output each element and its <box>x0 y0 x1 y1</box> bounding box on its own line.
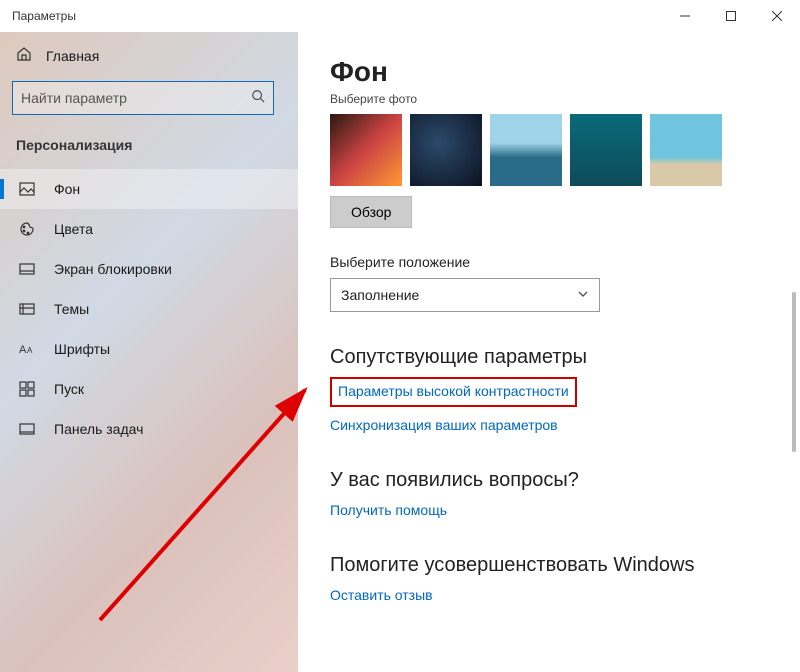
questions-heading: У вас появились вопросы? <box>330 469 768 492</box>
thumb-2[interactable] <box>410 114 482 186</box>
highlight-box: Параметры высокой контрастности <box>330 377 577 407</box>
themes-icon <box>18 301 36 317</box>
thumb-5[interactable] <box>650 114 722 186</box>
search-box[interactable] <box>12 81 274 115</box>
fit-select[interactable]: Заполнение <box>330 278 600 312</box>
sidebar-item-background[interactable]: Фон <box>0 169 298 209</box>
palette-icon <box>18 221 36 237</box>
nav-label: Фон <box>54 181 80 197</box>
link-feedback[interactable]: Оставить отзыв <box>330 587 433 603</box>
sidebar-home[interactable]: Главная <box>0 38 298 73</box>
link-high-contrast[interactable]: Параметры высокой контрастности <box>338 383 569 399</box>
photo-thumbnails <box>330 114 768 186</box>
thumb-4[interactable] <box>570 114 642 186</box>
link-get-help[interactable]: Получить помощь <box>330 502 447 518</box>
window-controls <box>662 0 800 32</box>
window-title: Параметры <box>12 9 76 23</box>
page-title: Фон <box>330 56 768 88</box>
sidebar-item-start[interactable]: Пуск <box>0 369 298 409</box>
nav-label: Экран блокировки <box>54 261 172 277</box>
sidebar-item-taskbar[interactable]: Панель задач <box>0 409 298 449</box>
thumb-1[interactable] <box>330 114 402 186</box>
nav-label: Шрифты <box>54 341 110 357</box>
maximize-button[interactable] <box>708 0 754 32</box>
minimize-button[interactable] <box>662 0 708 32</box>
search-input[interactable] <box>21 90 251 106</box>
nav-label: Цвета <box>54 221 93 237</box>
sidebar: Главная Персонализация Фон <box>0 32 298 672</box>
home-icon <box>16 46 32 65</box>
picture-icon <box>18 181 36 197</box>
browse-button[interactable]: Обзор <box>330 196 412 228</box>
content: Фон Выберите фото Обзор Выберите положен… <box>298 32 800 672</box>
sidebar-item-colors[interactable]: Цвета <box>0 209 298 249</box>
nav-label: Пуск <box>54 381 84 397</box>
fonts-icon: AA <box>18 341 36 357</box>
thumb-3[interactable] <box>490 114 562 186</box>
close-button[interactable] <box>754 0 800 32</box>
lockscreen-icon <box>18 261 36 277</box>
related-heading: Сопутствующие параметры <box>330 346 768 369</box>
chevron-down-icon <box>577 288 589 303</box>
sidebar-item-themes[interactable]: Темы <box>0 289 298 329</box>
category-header: Персонализация <box>0 125 298 161</box>
search-icon <box>251 89 265 108</box>
improve-heading: Помогите усовершенствовать Windows <box>330 554 768 577</box>
link-sync-settings[interactable]: Синхронизация ваших параметров <box>330 417 558 433</box>
titlebar: Параметры <box>0 0 800 32</box>
sidebar-item-lockscreen[interactable]: Экран блокировки <box>0 249 298 289</box>
nav-label: Панель задач <box>54 421 143 437</box>
choose-photo-label: Выберите фото <box>330 92 768 106</box>
svg-text:A: A <box>27 346 33 355</box>
taskbar-icon <box>18 421 36 437</box>
nav-label: Темы <box>54 301 89 317</box>
svg-text:A: A <box>19 344 27 356</box>
start-icon <box>18 381 36 397</box>
sidebar-item-fonts[interactable]: AA Шрифты <box>0 329 298 369</box>
scrollbar[interactable] <box>792 292 796 452</box>
fit-value: Заполнение <box>341 287 419 303</box>
home-label: Главная <box>46 48 99 64</box>
nav: Фон Цвета Экран блокировки <box>0 169 298 449</box>
choose-fit-label: Выберите положение <box>330 254 768 270</box>
